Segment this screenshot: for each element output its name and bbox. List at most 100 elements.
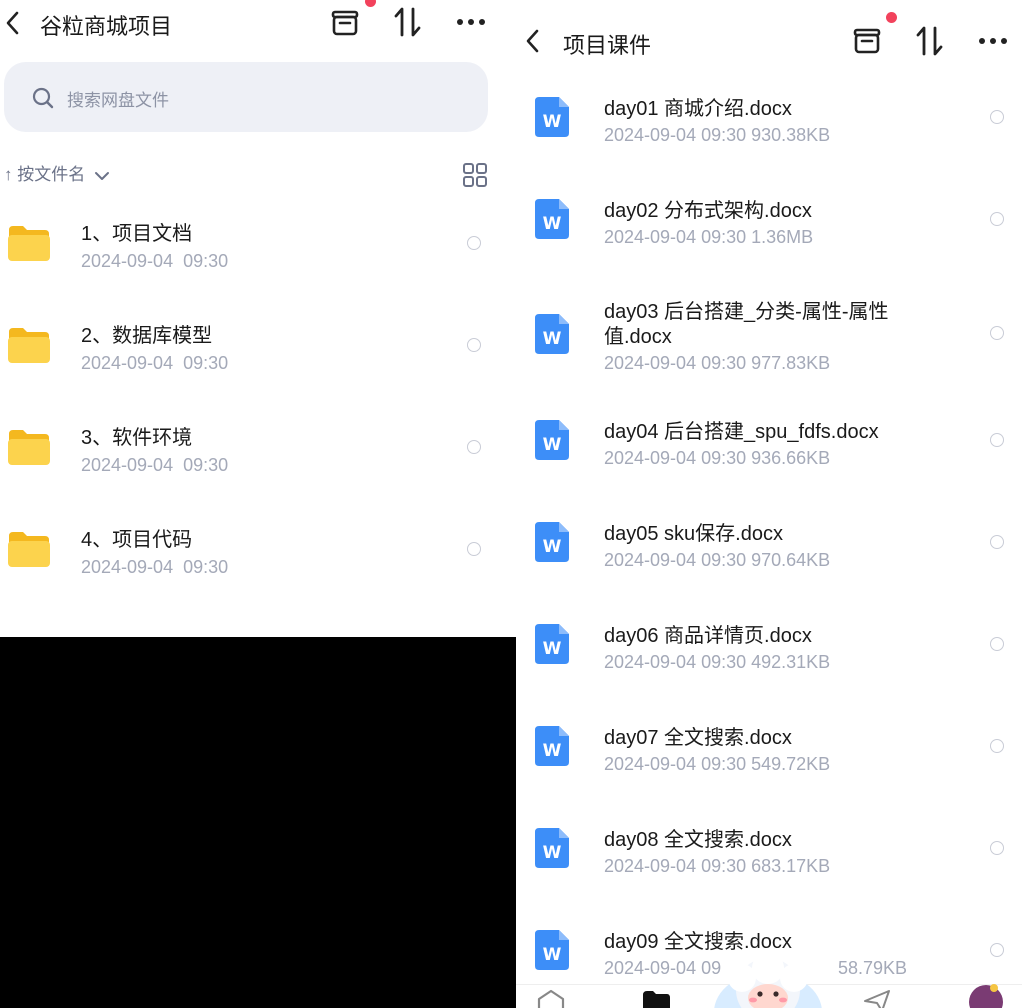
page-title: 项目课件 (563, 33, 652, 58)
more-dots-icon[interactable] (976, 24, 1010, 58)
svg-text:W: W (543, 435, 562, 455)
more-dots-icon[interactable] (454, 5, 488, 39)
file-row[interactable]: W day01 商城介绍.docx 2024-09-04 09:30 930.3… (516, 88, 1022, 180)
blacked-out-area (0, 637, 516, 1008)
notification-dot (365, 0, 376, 7)
file-name-line2: 值.docx (604, 326, 672, 348)
back-chevron-left-icon[interactable] (524, 28, 542, 54)
file-meta: 2024-09-04 09:30 930.38KB (604, 125, 831, 145)
file-row[interactable]: W day08 全文搜索.docx 2024-09-04 09:30 683.1… (516, 819, 1022, 911)
file-name: day06 商品详情页.docx (604, 625, 812, 647)
file-row[interactable]: W day03 后台搭建_分类-属性-属性 值.docx 2024-09-04 … (516, 292, 1022, 402)
file-row[interactable]: W day06 商品详情页.docx 2024-09-04 09:30 492.… (516, 615, 1022, 707)
file-row[interactable]: W day02 分布式架构.docx 2024-09-04 09:30 1.36… (516, 190, 1022, 282)
word-doc-icon: W (535, 199, 569, 239)
folder-name: 1、项目文档 (81, 223, 193, 245)
search-input[interactable]: 搜索网盘文件 (4, 62, 488, 132)
file-meta: 2024-09-04 09:30 977.83KB (604, 353, 831, 373)
select-circle-icon[interactable] (990, 943, 1004, 957)
send-icon[interactable] (862, 989, 892, 1008)
folder-icon (8, 226, 50, 261)
file-meta: 2024-09-04 09:30 1.36MB (604, 227, 814, 247)
select-circle-icon[interactable] (467, 236, 481, 250)
left-header: 谷粒商城项目 (0, 0, 516, 48)
select-circle-icon[interactable] (990, 739, 1004, 753)
grid-view-icon[interactable] (462, 162, 488, 188)
select-circle-icon[interactable] (990, 326, 1004, 340)
word-doc-icon: W (535, 726, 569, 766)
file-name: day09 全文搜索.docx (604, 931, 792, 953)
select-circle-icon[interactable] (467, 542, 481, 556)
select-circle-icon[interactable] (990, 212, 1004, 226)
folder-name: 2、数据库模型 (81, 325, 213, 347)
folder-icon (8, 430, 50, 465)
svg-text:W: W (543, 843, 562, 863)
right-header: 项目课件 (516, 12, 1022, 66)
file-meta: 2024-09-04 09:30 492.31KB (604, 652, 831, 672)
sort-label: ↑ 按文件名 (4, 165, 86, 184)
file-row[interactable]: W day04 后台搭建_spu_fdfs.docx 2024-09-04 09… (516, 411, 1022, 503)
word-doc-icon: W (535, 97, 569, 137)
search-icon (32, 87, 54, 109)
svg-text:W: W (543, 639, 562, 659)
user-avatar[interactable] (968, 982, 1004, 1008)
file-meta: 2024-09-04 09:30 936.66KB (604, 448, 831, 468)
transfer-box-icon[interactable] (850, 24, 884, 58)
word-doc-icon: W (535, 828, 569, 868)
sort-arrows-icon[interactable] (913, 24, 947, 58)
word-doc-icon: W (535, 314, 569, 354)
file-name: day02 分布式架构.docx (604, 200, 812, 222)
select-circle-icon[interactable] (990, 110, 1004, 124)
folder-icon (8, 532, 50, 567)
select-circle-icon[interactable] (467, 440, 481, 454)
file-meta: 2024-09-04 09:30 970.64KB (604, 550, 831, 570)
svg-text:W: W (543, 329, 562, 349)
folder-date: 2024-09-04 09:30 (81, 455, 229, 475)
select-circle-icon[interactable] (990, 433, 1004, 447)
folder-name: 3、软件环境 (81, 427, 193, 449)
folder-name: 4、项目代码 (81, 529, 193, 551)
sort-arrows-icon[interactable] (391, 5, 425, 39)
word-doc-icon: W (535, 522, 569, 562)
file-row[interactable]: W day07 全文搜索.docx 2024-09-04 09:30 549.7… (516, 717, 1022, 809)
file-row[interactable]: W day05 sku保存.docx 2024-09-04 09:30 970.… (516, 513, 1022, 605)
folder-date: 2024-09-04 09:30 (81, 353, 229, 373)
file-name: day01 商城介绍.docx (604, 98, 792, 120)
select-circle-icon[interactable] (467, 338, 481, 352)
word-doc-icon: W (535, 624, 569, 664)
folder-row[interactable]: 1、项目文档 2024-09-04 09:30 (0, 200, 516, 292)
word-doc-icon: W (535, 420, 569, 460)
files-tab-icon[interactable] (641, 989, 671, 1008)
file-meta-tail: 58.79KB (838, 958, 908, 978)
file-name: day05 sku保存.docx (604, 523, 783, 545)
select-circle-icon[interactable] (990, 637, 1004, 651)
svg-text:W: W (543, 741, 562, 761)
notification-dot (886, 12, 897, 23)
mascot-avatar[interactable] (712, 952, 824, 1008)
file-name: day08 全文搜索.docx (604, 829, 792, 851)
folder-date: 2024-09-04 09:30 (81, 557, 229, 577)
file-name: day04 后台搭建_spu_fdfs.docx (604, 421, 879, 443)
folder-row[interactable]: 4、项目代码 2024-09-04 09:30 (0, 506, 516, 598)
svg-text:W: W (543, 945, 562, 965)
file-meta: 2024-09-04 09:30 683.17KB (604, 856, 831, 876)
select-circle-icon[interactable] (990, 535, 1004, 549)
folder-date: 2024-09-04 09:30 (81, 251, 229, 271)
folder-row[interactable]: 2、数据库模型 2024-09-04 09:30 (0, 302, 516, 394)
home-icon[interactable] (536, 989, 566, 1008)
file-name: day07 全文搜索.docx (604, 727, 792, 749)
word-doc-icon: W (535, 930, 569, 970)
select-circle-icon[interactable] (990, 841, 1004, 855)
search-placeholder: 搜索网盘文件 (67, 91, 169, 110)
file-meta: 2024-09-04 09:30 549.72KB (604, 754, 831, 774)
left-pane: 谷粒商城项目 搜索网盘文件 ↑ 按文件名 1、项目文档 2024-09-04 0… (0, 0, 516, 1008)
svg-text:W: W (543, 537, 562, 557)
transfer-box-icon[interactable] (328, 6, 362, 40)
svg-text:W: W (543, 112, 562, 132)
page-title: 谷粒商城项目 (40, 14, 173, 39)
right-pane: 项目课件 W day01 商城介绍.docx 2024-09-04 09:30 … (516, 0, 1022, 1008)
folder-icon (8, 328, 50, 363)
back-chevron-left-icon[interactable] (4, 10, 22, 36)
folder-row[interactable]: 3、软件环境 2024-09-04 09:30 (0, 404, 516, 496)
sort-by-name-button[interactable]: ↑ 按文件名 (4, 160, 110, 185)
